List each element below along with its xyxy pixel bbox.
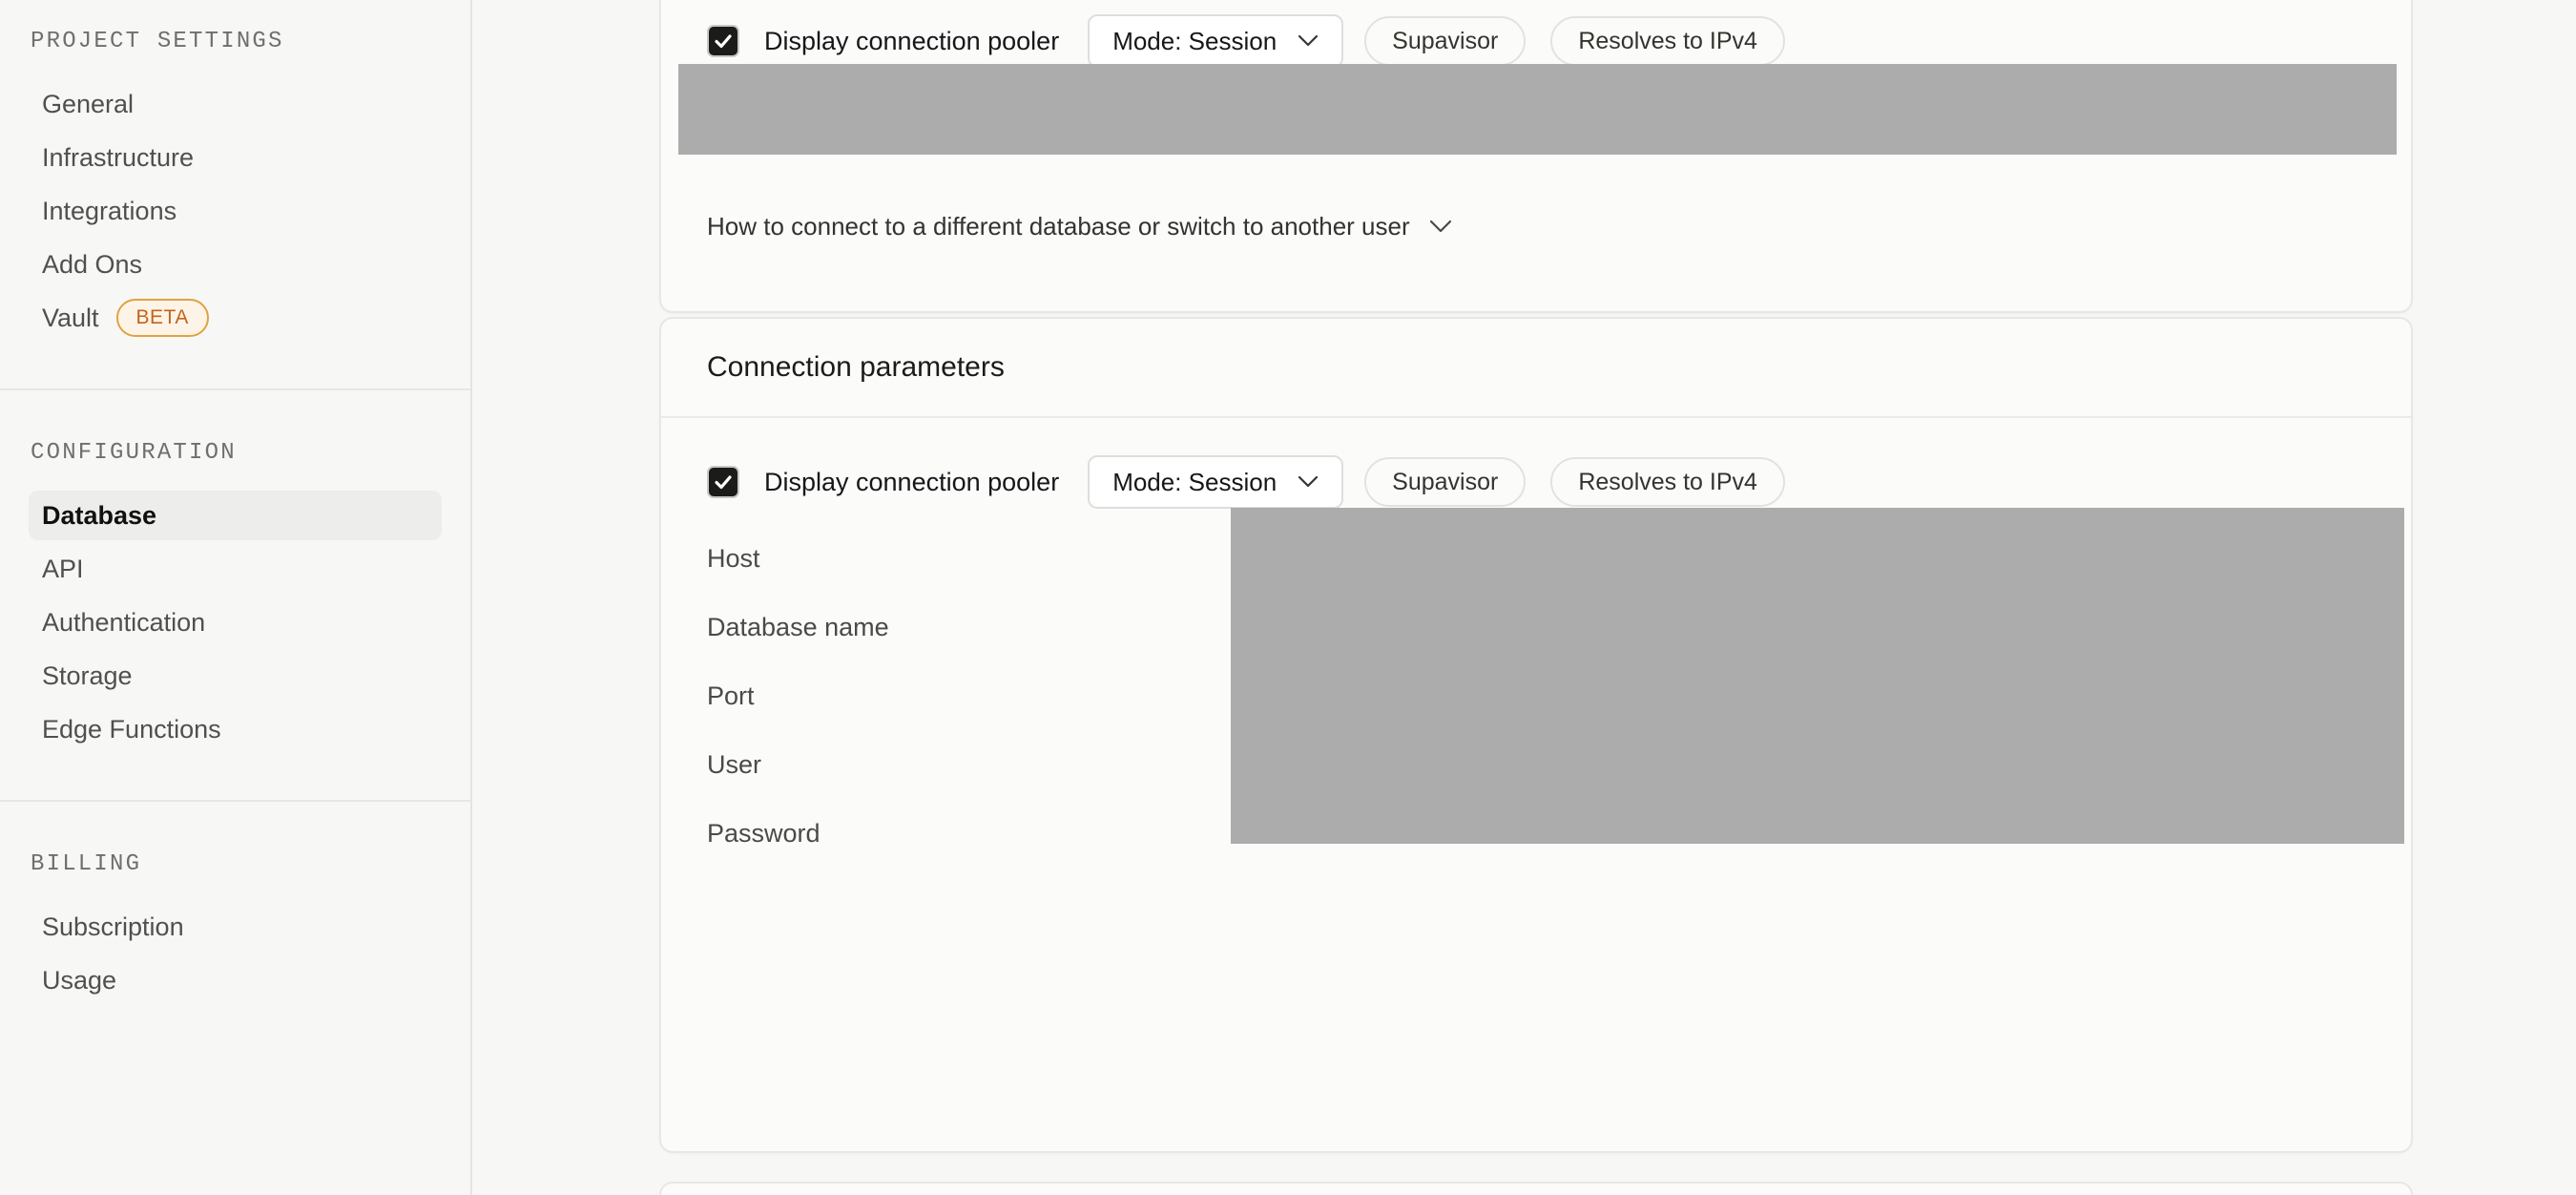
param-label-user: User xyxy=(707,750,762,779)
pooler-tag-supavisor[interactable]: Supavisor xyxy=(1364,16,1527,66)
display-connection-pooler-label: Display connection pooler xyxy=(764,467,1060,496)
sidebar-item-label: Add Ons xyxy=(42,249,143,279)
param-label-host: Host xyxy=(707,544,760,573)
check-icon xyxy=(715,475,732,490)
how-to-connect-label: How to connect to a different database o… xyxy=(707,211,1410,241)
sidebar-item-usage[interactable]: Usage xyxy=(29,955,442,1005)
next-section-card xyxy=(659,1182,2413,1195)
chevron-down-icon xyxy=(1298,34,1319,47)
check-icon xyxy=(715,34,732,49)
chevron-down-icon xyxy=(1429,220,1451,232)
sidebar-item-api[interactable]: API xyxy=(29,544,442,594)
sidebar-item-label: Database xyxy=(42,500,157,530)
pooler-tag-resolves-ipv4[interactable]: Resolves to IPv4 xyxy=(1550,16,1785,66)
connection-string-card: Display connection pooler Mode: Session … xyxy=(659,0,2413,313)
sidebar-item-label: Infrastructure xyxy=(42,142,195,172)
redacted-parameter-values xyxy=(1231,508,2404,844)
sidebar-item-integrations[interactable]: Integrations xyxy=(29,186,442,236)
sidebar-section-billing: BILLING Subscription Usage xyxy=(0,851,470,1005)
redacted-connection-string xyxy=(678,64,2397,155)
sidebar-item-infrastructure[interactable]: Infrastructure xyxy=(29,133,442,182)
sidebar-item-label: API xyxy=(42,554,84,583)
sidebar-section-label-configuration: CONFIGURATION xyxy=(31,440,237,466)
pooler-mode-select[interactable]: Mode: Session xyxy=(1088,455,1344,509)
pooler-mode-select[interactable]: Mode: Session xyxy=(1088,14,1344,68)
display-connection-pooler-checkbox[interactable] xyxy=(707,466,739,498)
pooler-tag-supavisor[interactable]: Supavisor xyxy=(1364,457,1527,507)
param-label-password: Password xyxy=(707,819,821,848)
sidebar-section-label-project-settings: PROJECT SETTINGS xyxy=(31,29,284,54)
main-content: Display connection pooler Mode: Session … xyxy=(472,0,2576,1195)
param-label-database-name: Database name xyxy=(707,613,889,641)
sidebar-item-label: Vault xyxy=(42,303,99,332)
beta-badge: BETA xyxy=(115,299,209,337)
page-title: Connection parameters xyxy=(707,351,1005,383)
sidebar-item-label: Storage xyxy=(42,660,133,690)
sidebar-item-label: Usage xyxy=(42,965,117,995)
connection-parameters-list: Host Database name Port User Password xyxy=(661,508,2411,1094)
sidebar-item-label: Integrations xyxy=(42,196,177,225)
pooler-mode-select-value: Mode: Session xyxy=(1112,467,1278,496)
sidebar-item-storage[interactable]: Storage xyxy=(29,651,442,701)
sidebar-item-edge-functions[interactable]: Edge Functions xyxy=(29,704,442,754)
sidebar-item-general[interactable]: General xyxy=(29,79,442,129)
sidebar-item-label: General xyxy=(42,89,135,118)
display-connection-pooler-checkbox[interactable] xyxy=(707,25,739,57)
pooler-tag-resolves-ipv4[interactable]: Resolves to IPv4 xyxy=(1550,457,1785,507)
chevron-down-icon xyxy=(1298,475,1319,488)
sidebar-item-authentication[interactable]: Authentication xyxy=(29,598,442,647)
pooler-mode-select-value: Mode: Session xyxy=(1112,26,1278,55)
how-to-connect-disclosure[interactable]: How to connect to a different database o… xyxy=(661,190,2411,262)
sidebar-item-database[interactable]: Database xyxy=(29,491,442,540)
sidebar-section-project-settings: PROJECT SETTINGS General Infrastructure … xyxy=(0,0,470,343)
sidebar-section-configuration: CONFIGURATION Database API Authenticatio… xyxy=(0,440,470,754)
sidebar-section-label-billing: BILLING xyxy=(31,851,142,877)
sidebar-item-subscription[interactable]: Subscription xyxy=(29,902,442,952)
display-connection-pooler-label: Display connection pooler xyxy=(764,26,1060,55)
sidebar-item-add-ons[interactable]: Add Ons xyxy=(29,240,442,289)
connection-parameters-card: Connection parameters Display connection… xyxy=(659,317,2413,1153)
sidebar-item-vault[interactable]: Vault BETA xyxy=(29,293,442,343)
connection-parameters-header: Connection parameters xyxy=(661,319,2411,418)
app-root: PROJECT SETTINGS General Infrastructure … xyxy=(0,0,2576,1195)
settings-sidebar: PROJECT SETTINGS General Infrastructure … xyxy=(0,0,472,1195)
sidebar-item-label: Edge Functions xyxy=(42,714,221,744)
sidebar-item-label: Authentication xyxy=(42,607,206,637)
sidebar-item-label: Subscription xyxy=(42,912,184,941)
param-label-port: Port xyxy=(707,681,755,710)
